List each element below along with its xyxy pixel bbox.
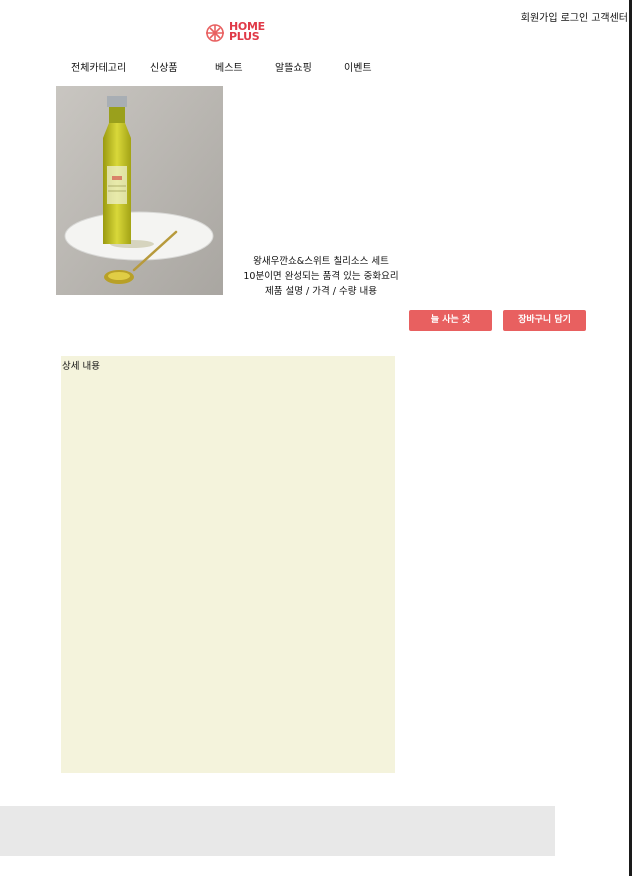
buy-now-button[interactable]: 늘 사는 것 bbox=[409, 310, 492, 331]
signup-link[interactable]: 회원가입 bbox=[521, 13, 558, 24]
logo-wordmark: HOME PLUS bbox=[229, 20, 265, 43]
nav-item-bargain-shopping[interactable]: 알뜰쇼핑 bbox=[275, 59, 312, 74]
add-to-cart-button[interactable]: 장바구니 담기 bbox=[503, 310, 586, 331]
customer-center-link[interactable]: 고객센터 bbox=[591, 13, 628, 24]
detail-label: 상세 내용 bbox=[62, 361, 100, 372]
login-link[interactable]: 로그인 bbox=[561, 13, 589, 24]
product-meta: 제품 설명 / 가격 / 수량 내용 bbox=[265, 286, 377, 297]
homeplus-logo-icon bbox=[206, 24, 224, 42]
footer bbox=[0, 806, 555, 856]
top-utility-links: 회원가입 로그인 고객센터 bbox=[521, 9, 628, 24]
homeplus-logo[interactable]: HOME PLUS bbox=[204, 20, 274, 46]
main-nav: 전체카테고리 신상품 베스트 알뜰쇼핑 이벤트 bbox=[0, 59, 632, 74]
product-photo bbox=[56, 86, 223, 295]
product-tagline: 10분이면 완성되는 품격 있는 중화요리 bbox=[243, 271, 399, 282]
product-info: 왕새우깐쇼&스위트 칠리소스 세트 10분이면 완성되는 품격 있는 중화요리 … bbox=[225, 254, 417, 299]
nav-item-events[interactable]: 이벤트 bbox=[344, 59, 372, 74]
product-name: 왕새우깐쇼&스위트 칠리소스 세트 bbox=[253, 256, 389, 267]
nav-item-best[interactable]: 베스트 bbox=[215, 59, 243, 74]
nav-item-all-categories[interactable]: 전체카테고리 bbox=[71, 59, 126, 74]
product-image[interactable] bbox=[56, 86, 223, 295]
product-detail-section: 상세 내용 bbox=[61, 356, 395, 773]
nav-item-new-products[interactable]: 신상품 bbox=[150, 59, 178, 74]
